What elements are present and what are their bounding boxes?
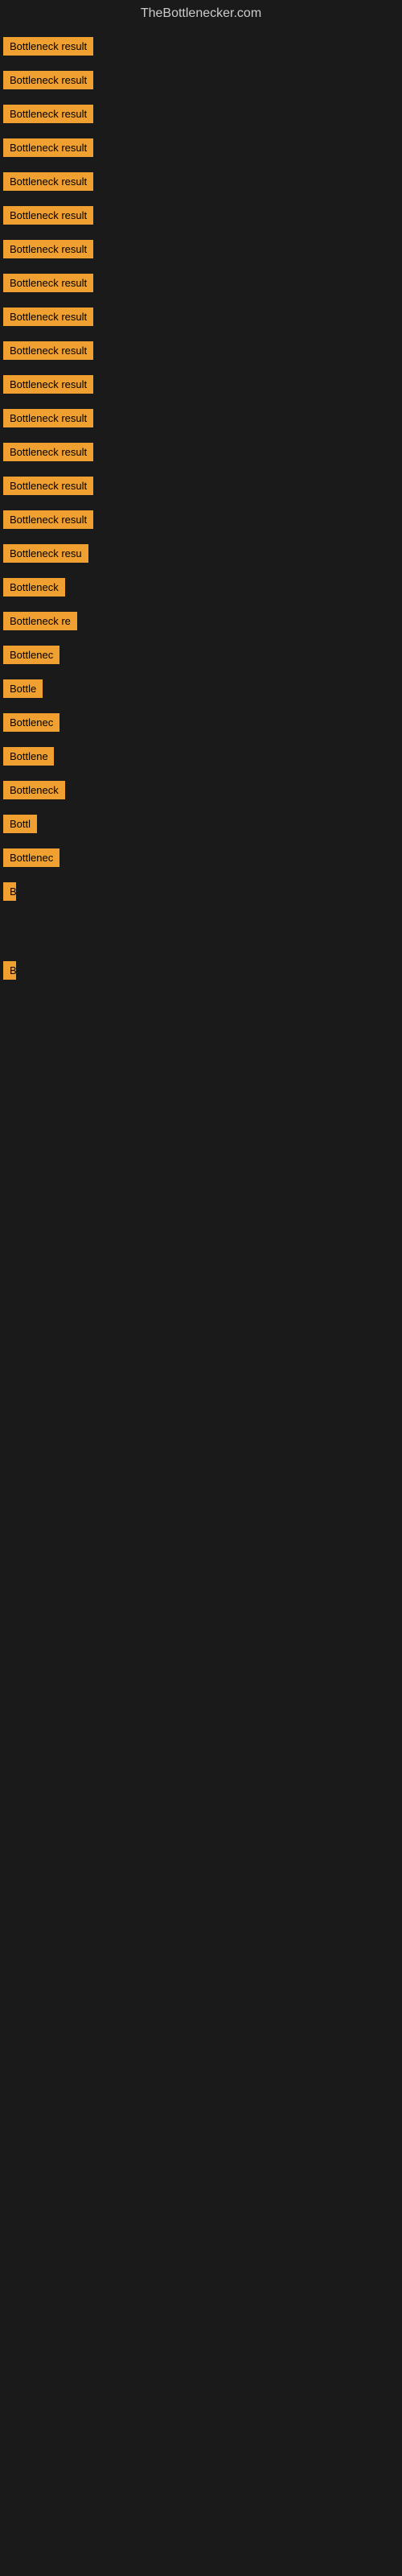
list-item: Bottle: [3, 678, 399, 704]
bottleneck-badge[interactable]: Bottlenec: [3, 646, 59, 664]
list-item: Bottleneck result: [3, 69, 399, 95]
bottleneck-badge[interactable]: Bottlene: [3, 747, 54, 766]
list-item: Bottleneck result: [3, 407, 399, 433]
bottleneck-badge[interactable]: Bottleneck result: [3, 510, 93, 529]
bottleneck-badge[interactable]: Bottleneck: [3, 578, 65, 597]
list-item: [3, 1050, 399, 1053]
bottleneck-badge[interactable]: Bottleneck result: [3, 274, 93, 292]
bottleneck-badge[interactable]: Bottleneck result: [3, 341, 93, 360]
bottleneck-badge[interactable]: Bottleneck re: [3, 612, 77, 630]
list-item: Bottleneck resu: [3, 543, 399, 568]
bottleneck-badge[interactable]: Bottleneck result: [3, 240, 93, 258]
list-item: Bottleneck re: [3, 610, 399, 636]
list-item: Bottleneck: [3, 576, 399, 602]
bottleneck-badge[interactable]: Bottleneck result: [3, 308, 93, 326]
items-container: Bottleneck result Bottleneck result Bottle…: [0, 27, 402, 1069]
list-item: [3, 937, 399, 940]
list-item: Bottleneck result: [3, 306, 399, 332]
list-item: [3, 1005, 399, 1008]
list-item: Bottleneck result: [3, 137, 399, 163]
site-title: TheBottlenecker.com: [0, 0, 402, 27]
list-item: [3, 1027, 399, 1030]
list-item: Bottlene: [3, 745, 399, 771]
bottleneck-badge[interactable]: Bottleneck resu: [3, 544, 88, 563]
list-item: Bottleneck result: [3, 509, 399, 535]
list-item: Bottl: [3, 813, 399, 839]
list-item: [3, 1016, 399, 1019]
list-item: Bottleneck result: [3, 35, 399, 61]
list-item: Bottleneck result: [3, 374, 399, 399]
list-item: Bottleneck result: [3, 340, 399, 365]
list-item: [3, 993, 399, 997]
list-item: [3, 1038, 399, 1042]
bottleneck-badge[interactable]: Bottleneck: [3, 781, 65, 799]
list-item: Bottlenec: [3, 712, 399, 737]
bottleneck-badge[interactable]: Bottlenec: [3, 848, 59, 867]
bottleneck-badge[interactable]: Bottleneck result: [3, 443, 93, 461]
bottleneck-badge[interactable]: Bottleneck result: [3, 375, 93, 394]
list-item: Bottleneck result: [3, 204, 399, 230]
bottleneck-badge[interactable]: Bottleneck result: [3, 477, 93, 495]
list-item: Bottleneck result: [3, 171, 399, 196]
list-item: Bottleneck result: [3, 441, 399, 467]
list-item: Bottleneck result: [3, 238, 399, 264]
list-item: Bottleneck result: [3, 475, 399, 501]
bottleneck-badge[interactable]: Bottl: [3, 815, 37, 833]
bottleneck-badge[interactable]: Bottleneck result: [3, 206, 93, 225]
list-item: B: [3, 960, 399, 985]
list-item: [3, 948, 399, 952]
bottleneck-badge[interactable]: B: [3, 961, 16, 980]
bottleneck-badge[interactable]: Bottleneck result: [3, 409, 93, 427]
list-item: Bottleneck result: [3, 103, 399, 129]
list-item: Bottleneck: [3, 779, 399, 805]
bottleneck-badge[interactable]: Bottle: [3, 679, 43, 698]
list-item: Bottlenec: [3, 847, 399, 873]
bottleneck-badge[interactable]: Bottleneck result: [3, 105, 93, 123]
bottleneck-badge[interactable]: B: [3, 882, 16, 901]
bottleneck-badge[interactable]: Bottleneck result: [3, 37, 93, 56]
bottleneck-badge[interactable]: Bottleneck result: [3, 172, 93, 191]
list-item: [3, 914, 399, 918]
bottleneck-badge[interactable]: Bottleneck result: [3, 71, 93, 89]
list-item: B: [3, 881, 399, 906]
bottleneck-badge[interactable]: Bottleneck result: [3, 138, 93, 157]
site-header: TheBottlenecker.com: [0, 0, 402, 27]
bottleneck-badge[interactable]: Bottlenec: [3, 713, 59, 732]
list-item: [3, 926, 399, 929]
list-item: Bottlenec: [3, 644, 399, 670]
list-item: Bottleneck result: [3, 272, 399, 298]
